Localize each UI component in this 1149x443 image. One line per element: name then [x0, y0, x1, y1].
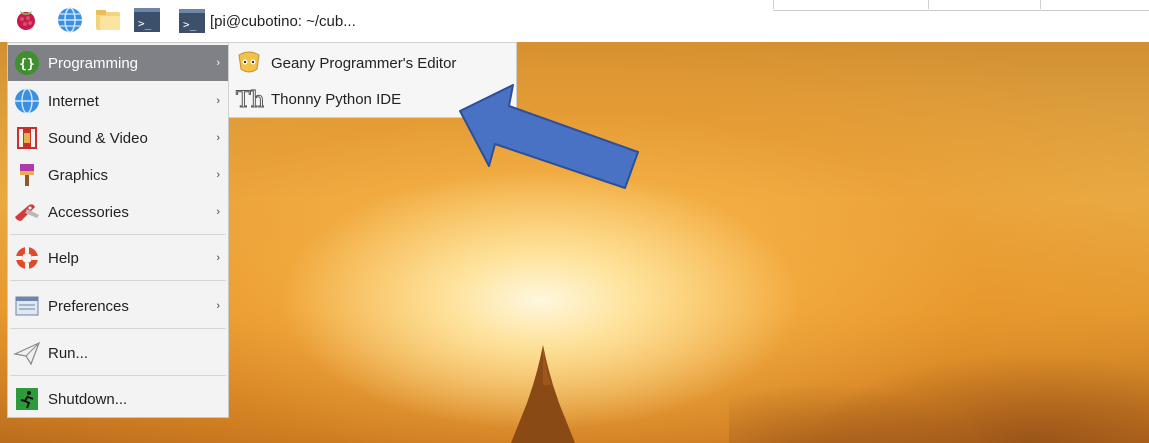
wallpaper-pagoda: [511, 345, 575, 443]
menu-item-run[interactable]: Run...: [8, 335, 228, 371]
geany-icon: [233, 47, 265, 79]
svg-text:{}: {}: [19, 57, 35, 72]
menu-item-preferences[interactable]: Preferences ›: [8, 288, 228, 324]
annotation-arrow: [459, 84, 639, 189]
top-panel: >_ >_ [pi@cubotino: ~/cub...: [0, 0, 1149, 42]
menu-divider: [10, 234, 226, 235]
menu-item-label: Programming: [48, 54, 139, 72]
shutdown-icon: [12, 384, 42, 414]
svg-text:>_: >_: [138, 17, 152, 30]
menu-item-label: Graphics: [48, 166, 109, 184]
help-icon: [12, 243, 42, 273]
sound-video-icon: [12, 123, 42, 153]
accessories-icon: [12, 197, 42, 227]
submenu-arrow-icon: ›: [216, 95, 220, 107]
submenu-arrow-icon: ›: [216, 169, 220, 181]
menu-item-graphics[interactable]: Graphics ›: [8, 157, 228, 193]
run-icon: [12, 338, 42, 368]
menu-item-label: Accessories: [48, 203, 129, 221]
wallpaper-clouds: [729, 293, 1149, 443]
file-manager-icon[interactable]: [94, 6, 122, 34]
panel-tray-area: [773, 0, 1149, 11]
terminal-window-icon: >_: [179, 9, 205, 33]
raspberry-menu-icon[interactable]: [12, 6, 40, 34]
menu-item-accessories[interactable]: Accessories ›: [8, 194, 228, 230]
menu-item-label: Help: [48, 249, 79, 267]
thonny-icon: Th: [233, 83, 265, 115]
submenu-arrow-icon: ›: [216, 300, 220, 312]
menu-item-shutdown[interactable]: Shutdown...: [8, 381, 228, 417]
menu-item-label: Sound & Video: [48, 129, 148, 147]
preferences-icon: [12, 291, 42, 321]
svg-text:>_: >_: [183, 18, 197, 31]
menu-divider: [10, 328, 226, 329]
menu-item-help[interactable]: Help ›: [8, 240, 228, 276]
menu-divider: [10, 280, 226, 281]
menu-item-internet[interactable]: Internet ›: [8, 83, 228, 119]
submenu-item-label: Thonny Python IDE: [271, 90, 402, 108]
submenu-arrow-icon: ›: [216, 252, 220, 264]
submenu-arrow-icon: ›: [216, 132, 220, 144]
menu-item-label: Preferences: [48, 297, 129, 315]
menu-divider: [10, 375, 226, 376]
submenu-arrow-icon: ›: [216, 57, 220, 69]
menu-item-label: Shutdown...: [48, 390, 128, 408]
menu-item-label: Run...: [48, 344, 89, 362]
menu-item-label: Internet: [48, 92, 99, 110]
web-browser-icon[interactable]: [56, 6, 84, 34]
taskbar-window-title: [pi@cubotino: ~/cub...: [210, 12, 356, 30]
internet-icon: [12, 86, 42, 116]
taskbar-terminal-window[interactable]: >_ [pi@cubotino: ~/cub...: [178, 6, 356, 36]
submenu-item-label: Geany Programmer's Editor: [271, 54, 457, 72]
programming-icon: {}: [12, 48, 42, 78]
svg-text:Th: Th: [236, 88, 264, 113]
terminal-launcher-icon[interactable]: >_: [133, 6, 161, 34]
menu-item-programming[interactable]: {} Programming ›: [8, 45, 228, 81]
application-menu: {} Programming › Internet › Sound & Vide…: [7, 42, 229, 418]
submenu-item-geany[interactable]: Geany Programmer's Editor: [229, 45, 516, 81]
menu-item-sound-video[interactable]: Sound & Video ›: [8, 120, 228, 156]
graphics-icon: [12, 160, 42, 190]
submenu-arrow-icon: ›: [216, 206, 220, 218]
